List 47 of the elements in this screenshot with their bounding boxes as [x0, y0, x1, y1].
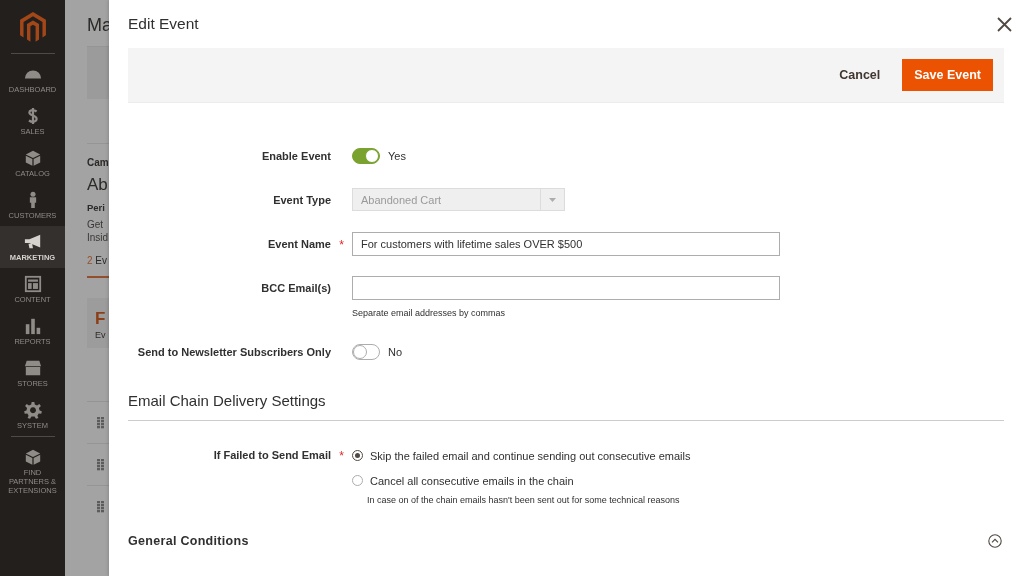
- drag-handle-icon[interactable]: [97, 416, 104, 429]
- input-field[interactable]: [352, 276, 780, 300]
- collapse-icon[interactable]: [988, 534, 1002, 548]
- section-label: Cam: [87, 157, 110, 168]
- events-tab[interactable]: Ev: [95, 255, 107, 266]
- collapsible-title[interactable]: General Conditions: [128, 534, 249, 548]
- logo-icon: [19, 12, 46, 43]
- field-label: If Failed to Send Email: [212, 448, 331, 463]
- toggle-switch[interactable]: [352, 344, 380, 360]
- input-field[interactable]: For customers with lifetime sales OVER $500: [352, 232, 780, 256]
- gear-icon: [23, 401, 42, 419]
- section-title: Email Chain Delivery Settings: [128, 392, 1004, 421]
- radio-button[interactable]: [352, 475, 363, 486]
- field-label: Event Name: [267, 237, 331, 252]
- blocks-icon: [23, 448, 42, 466]
- radio-label: Skip the failed email and continue sending out consecutive emails: [370, 449, 691, 462]
- modal-title: Edit Event: [128, 15, 199, 33]
- description-text: Get Insid: [87, 218, 110, 244]
- field-label: Enable Event: [260, 149, 331, 164]
- field-label: Send to Newsletter Subscribers Only: [136, 345, 331, 360]
- caret-icon: [549, 197, 556, 202]
- layout-icon: [23, 275, 42, 293]
- toggle-label: No: [388, 346, 403, 358]
- megaphone-icon: [23, 233, 42, 251]
- field-label: Event Type: [272, 193, 331, 208]
- toggle-switch[interactable]: [352, 148, 380, 164]
- card-text: Ev: [95, 330, 107, 340]
- required-mark: *: [339, 238, 344, 252]
- drag-handle-icon[interactable]: [97, 500, 104, 513]
- cancel-button[interactable]: Cancel: [839, 60, 881, 90]
- store-icon: [23, 359, 42, 377]
- required-mark: *: [339, 449, 344, 463]
- bars-icon: [23, 317, 42, 335]
- box-icon: [23, 149, 42, 167]
- events-count: 2: [87, 255, 93, 266]
- radio-label: Cancel all consecutive emails in the chain: [370, 474, 574, 487]
- card-title: F: [95, 310, 107, 328]
- campaign-heading: Ab: [87, 175, 109, 195]
- subheading: Peri: [87, 202, 106, 213]
- drag-handle-icon[interactable]: [97, 458, 104, 471]
- radio-button[interactable]: [352, 450, 363, 461]
- toggle-label: Yes: [388, 150, 406, 162]
- close-icon[interactable]: [997, 16, 1012, 32]
- field-note: In case on of the chain emails hasn't been sent out for some technical reasons: [367, 495, 680, 505]
- field-note: Separate email addresses by commas: [352, 308, 506, 318]
- field-label: BCC Email(s): [260, 281, 331, 296]
- save-event-button[interactable]: Save Event: [902, 59, 993, 91]
